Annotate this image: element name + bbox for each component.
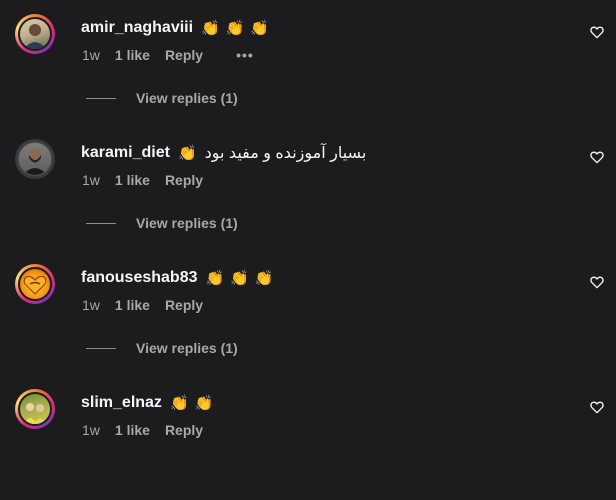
view-replies-button[interactable]: View replies (1) [86,90,238,106]
reply-button[interactable]: Reply [165,172,203,188]
avatar[interactable] [15,264,55,304]
comment-username[interactable]: fanouseshab83 [81,269,197,287]
view-replies-button[interactable]: View replies (1) [86,340,238,356]
heart-outline-icon[interactable] [589,399,605,415]
avatar-photo-icon [24,403,46,424]
view-replies-label: View replies (1) [136,340,238,356]
avatar[interactable] [15,14,55,54]
avatar[interactable] [15,389,55,429]
comment-username[interactable]: amir_naghaviii [81,19,193,37]
comment-time: 1w [82,47,100,63]
avatar[interactable] [15,139,55,179]
clap-emoji: 👏 [177,144,197,162]
comment-time: 1w [82,172,100,188]
comment-likes[interactable]: 1 like [115,297,150,313]
heart-outline-icon[interactable] [589,149,605,165]
view-replies-label: View replies (1) [136,90,238,106]
replies-divider [86,347,116,349]
comment-item: fanouseshab83 👏 👏 👏 1w 1 like Reply View… [0,250,616,375]
more-options-icon[interactable]: ••• [236,47,254,63]
comment-item: karami_diet 👏 بسیار آموزنده و مفید بود 1… [0,125,616,250]
view-replies-label: View replies (1) [136,215,238,231]
comment-item: amir_naghaviii 👏 👏 👏 1w 1 like Reply •••… [0,0,616,125]
comment-time: 1w [82,297,100,313]
avatar-photo-icon [23,148,47,175]
clap-emoji: 👏 [230,269,249,287]
reply-button[interactable]: Reply [165,297,203,313]
clap-emoji: 👏 [169,394,189,412]
clap-emoji: 👏 [205,269,225,287]
comment-text: بسیار آموزنده و مفید بود [204,145,367,162]
comment-username[interactable]: slim_elnaz [81,394,162,412]
clap-emoji: 👏 [201,19,220,37]
comment-likes[interactable]: 1 like [115,422,150,438]
avatar-heart-icon [23,275,47,295]
heart-outline-icon[interactable] [589,24,605,40]
reply-button[interactable]: Reply [165,47,203,63]
comment-item: slim_elnaz 👏 👏 1w 1 like Reply [0,375,616,500]
replies-divider [86,222,116,224]
clap-emoji: 👏 [194,394,214,412]
clap-emoji: 👏 [225,19,245,37]
clap-emoji: 👏 [254,269,274,287]
comment-likes[interactable]: 1 like [115,47,150,63]
replies-divider [86,97,116,99]
comment-username[interactable]: karami_diet [81,144,170,162]
comment-time: 1w [82,422,100,438]
clap-emoji: 👏 [250,19,270,37]
view-replies-button[interactable]: View replies (1) [86,215,238,231]
comment-likes[interactable]: 1 like [115,172,150,188]
avatar-photo-icon [24,24,46,49]
reply-button[interactable]: Reply [165,422,203,438]
heart-outline-icon[interactable] [589,274,605,290]
